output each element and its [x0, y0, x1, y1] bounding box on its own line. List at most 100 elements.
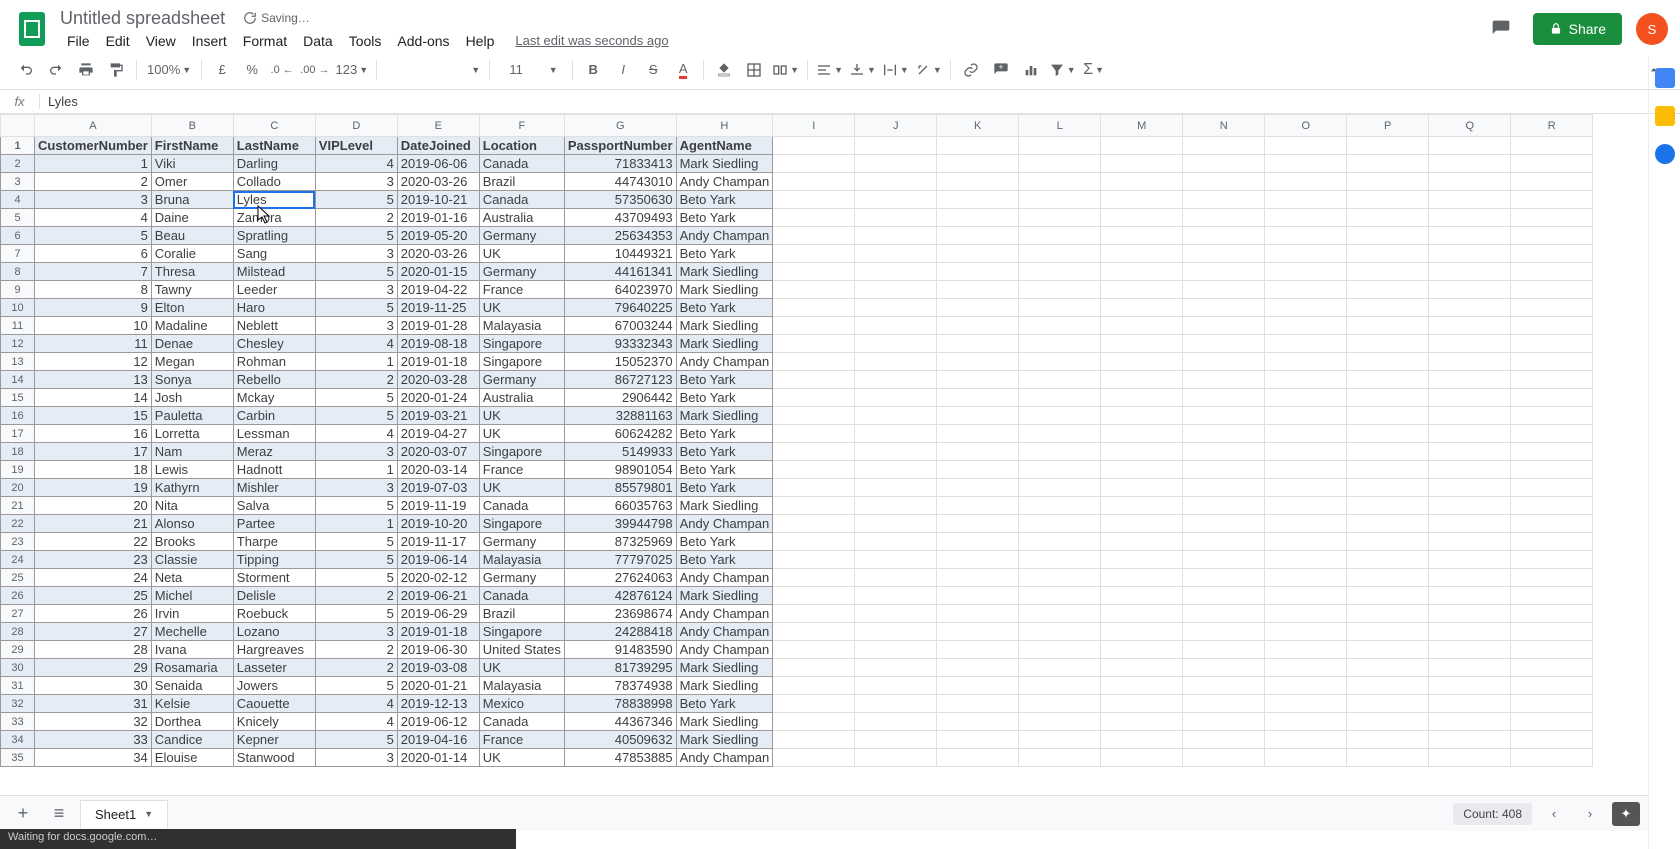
cell[interactable]: 8: [35, 281, 152, 299]
cell[interactable]: [773, 677, 855, 695]
cell[interactable]: 5: [315, 497, 397, 515]
cell[interactable]: [1101, 677, 1183, 695]
cell[interactable]: [773, 281, 855, 299]
cell[interactable]: [1347, 227, 1429, 245]
cell[interactable]: Brooks: [151, 533, 233, 551]
cell[interactable]: 40509632: [564, 731, 676, 749]
cell[interactable]: 15: [35, 407, 152, 425]
cell[interactable]: [1019, 281, 1101, 299]
cell[interactable]: 16: [35, 425, 152, 443]
cell[interactable]: Andy Champan: [676, 173, 773, 191]
cell[interactable]: [1101, 623, 1183, 641]
cell[interactable]: [1183, 371, 1265, 389]
cell[interactable]: 2020-03-14: [397, 461, 479, 479]
insert-comment-button[interactable]: +: [987, 56, 1015, 84]
cell[interactable]: 2019-05-20: [397, 227, 479, 245]
cell[interactable]: [1347, 695, 1429, 713]
cell[interactable]: Kepner: [233, 731, 315, 749]
cell[interactable]: [1265, 137, 1347, 155]
cell[interactable]: [937, 605, 1019, 623]
cell[interactable]: Germany: [479, 533, 564, 551]
cell[interactable]: Singapore: [479, 443, 564, 461]
cell[interactable]: [1183, 209, 1265, 227]
cell[interactable]: [773, 461, 855, 479]
cell[interactable]: [1429, 659, 1511, 677]
explore-chevron-left[interactable]: ‹: [1540, 800, 1568, 828]
cell[interactable]: Singapore: [479, 515, 564, 533]
cell[interactable]: [773, 227, 855, 245]
cell[interactable]: [937, 245, 1019, 263]
cell[interactable]: [1511, 533, 1593, 551]
print-button[interactable]: [72, 56, 100, 84]
cell[interactable]: [1511, 749, 1593, 767]
cell[interactable]: [1101, 155, 1183, 173]
cell[interactable]: [1183, 695, 1265, 713]
cell[interactable]: [1019, 209, 1101, 227]
cell[interactable]: [1265, 461, 1347, 479]
cell[interactable]: [773, 209, 855, 227]
cell[interactable]: [855, 191, 937, 209]
cell[interactable]: Irvin: [151, 605, 233, 623]
cell[interactable]: [855, 479, 937, 497]
cell[interactable]: [1101, 299, 1183, 317]
cell[interactable]: 10449321: [564, 245, 676, 263]
cell[interactable]: Stanwood: [233, 749, 315, 767]
cell[interactable]: PassportNumber: [564, 137, 676, 155]
explore-button[interactable]: ✦: [1612, 802, 1640, 826]
cell[interactable]: 1: [35, 155, 152, 173]
cell[interactable]: VIPLevel: [315, 137, 397, 155]
cell[interactable]: [1429, 461, 1511, 479]
cell[interactable]: Partee: [233, 515, 315, 533]
cell[interactable]: Chesley: [233, 335, 315, 353]
cell[interactable]: [855, 353, 937, 371]
cell[interactable]: [1183, 587, 1265, 605]
cell[interactable]: Germany: [479, 569, 564, 587]
cell[interactable]: [1511, 551, 1593, 569]
cell[interactable]: Josh: [151, 389, 233, 407]
cell[interactable]: 5: [315, 227, 397, 245]
cell[interactable]: UK: [479, 479, 564, 497]
cell[interactable]: [1183, 245, 1265, 263]
cell[interactable]: [855, 371, 937, 389]
cell[interactable]: [773, 173, 855, 191]
cell[interactable]: [1101, 317, 1183, 335]
cell[interactable]: 2020-01-15: [397, 263, 479, 281]
cell[interactable]: UK: [479, 425, 564, 443]
cell[interactable]: [1429, 407, 1511, 425]
cell[interactable]: [1429, 389, 1511, 407]
cell[interactable]: Senaida: [151, 677, 233, 695]
cell[interactable]: [1019, 731, 1101, 749]
row-header[interactable]: 22: [1, 515, 35, 533]
cell[interactable]: 5: [315, 569, 397, 587]
cell[interactable]: [855, 497, 937, 515]
cell[interactable]: [1347, 425, 1429, 443]
cell[interactable]: [855, 281, 937, 299]
cell[interactable]: [1347, 137, 1429, 155]
cell[interactable]: [1429, 191, 1511, 209]
cell[interactable]: 2019-06-21: [397, 587, 479, 605]
cell[interactable]: 71833413: [564, 155, 676, 173]
cell[interactable]: [1019, 677, 1101, 695]
cell[interactable]: [1101, 533, 1183, 551]
cell[interactable]: Lyles: [233, 191, 315, 209]
cell[interactable]: 5: [315, 299, 397, 317]
cell[interactable]: [1183, 659, 1265, 677]
cell[interactable]: 25634353: [564, 227, 676, 245]
cell[interactable]: [1019, 371, 1101, 389]
cell[interactable]: [1347, 209, 1429, 227]
cell[interactable]: [1101, 515, 1183, 533]
cell[interactable]: [1183, 317, 1265, 335]
cell[interactable]: [1511, 641, 1593, 659]
cell[interactable]: 13: [35, 371, 152, 389]
cell[interactable]: Neta: [151, 569, 233, 587]
cell[interactable]: 4: [35, 209, 152, 227]
cell[interactable]: [1265, 425, 1347, 443]
cell[interactable]: 3: [315, 317, 397, 335]
cell[interactable]: [1265, 209, 1347, 227]
cell[interactable]: [937, 497, 1019, 515]
cell[interactable]: 3: [315, 173, 397, 191]
cell[interactable]: [1429, 137, 1511, 155]
cell[interactable]: [1347, 155, 1429, 173]
cell[interactable]: [1429, 245, 1511, 263]
cell[interactable]: [773, 515, 855, 533]
